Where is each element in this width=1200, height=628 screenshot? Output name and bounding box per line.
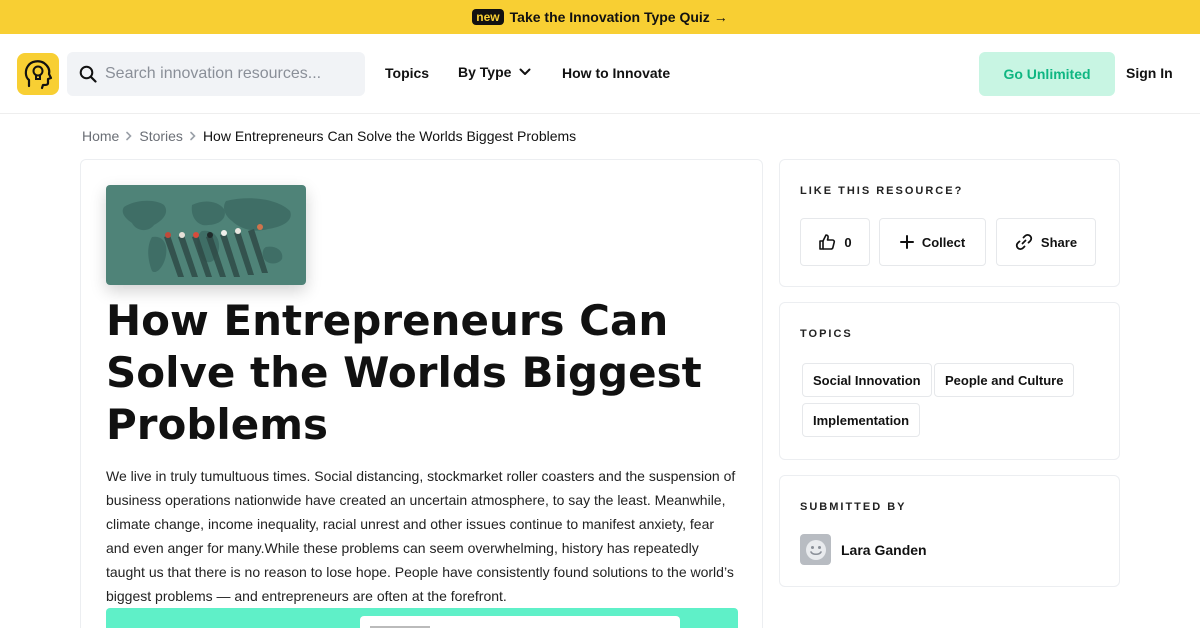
link-icon <box>1015 233 1033 251</box>
article-title: How Entrepreneurs Can Solve the Worlds B… <box>106 296 702 449</box>
author-name: Lara Ganden <box>841 541 927 558</box>
article-body: We live in truly tumultuous times. Socia… <box>106 468 736 604</box>
search-icon <box>79 65 97 83</box>
breadcrumb-current: How Entrepreneurs Can Solve the Worlds B… <box>202 128 577 144</box>
promo-banner[interactable]: new Take the Innovation Type Quiz → <box>0 0 1200 34</box>
go-unlimited-button[interactable]: Go Unlimited <box>979 52 1115 96</box>
topics-card-title: TOPICS <box>800 328 853 340</box>
new-badge: new <box>472 9 504 25</box>
thumbs-up-icon <box>819 234 836 250</box>
innovation-quiz-link[interactable]: Take the Innovation Type Quiz → <box>510 9 728 25</box>
chevron-right-icon <box>190 131 196 141</box>
author-profile[interactable]: Lara Ganden <box>800 534 927 565</box>
search-bar[interactable] <box>67 52 365 96</box>
collect-button[interactable]: Collect <box>879 218 986 266</box>
like-count: 0 <box>844 234 852 250</box>
breadcrumb: Home Stories How Entrepreneurs Can Solve… <box>82 128 576 144</box>
submitted-by-title: SUBMITTED BY <box>800 501 907 513</box>
topics-card: TOPICS Social Innovation People and Cult… <box>779 302 1120 460</box>
embedded-card <box>360 616 680 628</box>
topic-tag-social-innovation[interactable]: Social Innovation <box>802 363 932 397</box>
topic-tag-people-and-culture[interactable]: People and Culture <box>934 363 1075 397</box>
share-button[interactable]: Share <box>996 218 1096 266</box>
smiley-avatar-icon <box>805 539 826 560</box>
share-label: Share <box>1040 234 1078 250</box>
nav-topics-link[interactable]: Topics <box>385 65 429 81</box>
like-resource-card: LIKE THIS RESOURCE? 0 Collect Share <box>779 159 1120 287</box>
chevron-down-icon <box>519 68 531 75</box>
article-hero-image <box>106 185 306 285</box>
nav-by-type-label: By Type <box>458 64 512 80</box>
lightbulb-head-logo-icon <box>24 60 53 90</box>
article-embedded-media <box>106 608 738 628</box>
article-card: How Entrepreneurs Can Solve the Worlds B… <box>80 159 763 628</box>
like-card-title: LIKE THIS RESOURCE? <box>800 185 964 197</box>
top-navigation: Topics By Type How to Innovate Go Unlimi… <box>0 34 1200 114</box>
search-input[interactable] <box>105 65 345 83</box>
nav-how-to-innovate-link[interactable]: How to Innovate <box>562 65 670 81</box>
plus-icon <box>899 235 914 249</box>
sign-in-link[interactable]: Sign In <box>1126 65 1173 81</box>
chevron-right-icon <box>126 131 132 141</box>
site-logo[interactable] <box>17 53 59 95</box>
nav-by-type-dropdown[interactable]: By Type <box>458 64 531 80</box>
collect-label: Collect <box>921 234 966 250</box>
avatar <box>800 534 831 565</box>
breadcrumb-stories[interactable]: Stories <box>139 128 183 144</box>
submitted-by-card: SUBMITTED BY Lara Ganden <box>779 475 1120 587</box>
like-button[interactable]: 0 <box>800 218 870 266</box>
topic-tag-implementation[interactable]: Implementation <box>802 403 921 437</box>
breadcrumb-home[interactable]: Home <box>82 128 119 144</box>
